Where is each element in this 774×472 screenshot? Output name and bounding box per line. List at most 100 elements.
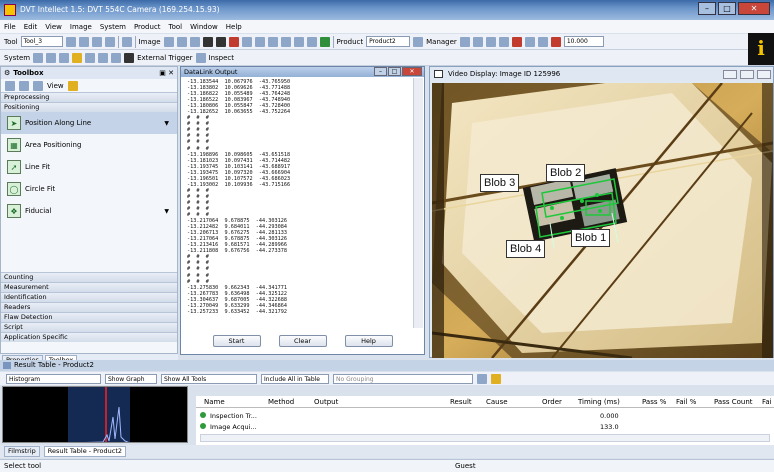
grouping-select[interactable]: No Grouping [333, 373, 473, 384]
table-row[interactable]: Inspection Tr... 0.000 [196, 410, 774, 420]
col-pass-count[interactable]: Pass Count [714, 398, 753, 406]
video-restore-button[interactable] [740, 70, 754, 79]
video-close-button[interactable] [757, 70, 771, 79]
menu-view[interactable]: View [45, 23, 62, 31]
delete-product-icon[interactable] [511, 36, 522, 47]
next-frame-icon[interactable] [189, 36, 200, 47]
view-menu[interactable]: View [47, 82, 64, 90]
histogram-graph[interactable] [2, 386, 188, 443]
col-fail-pct[interactable]: Fail % [676, 398, 696, 406]
cut-product-icon[interactable] [472, 36, 483, 47]
external-trigger-button[interactable]: External Trigger [137, 54, 192, 62]
menu-image[interactable]: Image [70, 23, 92, 31]
video-minimize-button[interactable] [723, 70, 737, 79]
zoom-in-icon[interactable] [241, 36, 252, 47]
tool-filter-select[interactable]: Show All Tools [161, 373, 257, 384]
tool-area-positioning[interactable]: ▦ Area Positioning [1, 134, 177, 156]
save-icon[interactable] [537, 36, 548, 47]
view-mode-select[interactable]: Histogram [6, 373, 101, 384]
tab-result-table[interactable]: Result Table - Product2 [43, 446, 127, 457]
copy-icon[interactable] [78, 36, 89, 47]
section-positioning[interactable]: Positioning [1, 102, 177, 112]
first-frame-icon[interactable] [163, 36, 174, 47]
close-button[interactable]: ✕ [738, 2, 770, 15]
paste-product-icon[interactable] [498, 36, 509, 47]
section-counting[interactable]: Counting [1, 272, 177, 282]
delete-icon[interactable] [104, 36, 115, 47]
menu-file[interactable]: File [4, 23, 16, 31]
section-measurement[interactable]: Measurement [1, 282, 177, 292]
section-readers[interactable]: Readers [1, 302, 177, 312]
tool-select[interactable]: Tool_3 [20, 36, 63, 47]
refresh-icon[interactable] [59, 52, 70, 63]
move-icon[interactable] [121, 36, 132, 47]
menu-system[interactable]: System [100, 23, 126, 31]
sort-icon[interactable] [477, 373, 487, 384]
col-order[interactable]: Order [542, 398, 562, 406]
image-settings-icon[interactable] [280, 36, 291, 47]
tool-fiducial[interactable]: ❖ Fiducial ▼ [1, 200, 177, 222]
datalink-minimize-button[interactable]: – [374, 67, 387, 76]
color-icon[interactable] [319, 36, 330, 47]
help-icon[interactable] [67, 80, 78, 91]
tool-circle-fit[interactable]: ◯ Circle Fit [1, 178, 177, 200]
tab-filmstrip[interactable]: Filmstrip [4, 446, 40, 457]
inspect-button[interactable]: Inspect [209, 54, 235, 62]
new-icon[interactable] [459, 36, 470, 47]
include-all-button[interactable]: Include All in Table [261, 373, 329, 384]
clear-button[interactable]: Clear [278, 335, 327, 347]
paste-icon[interactable] [91, 36, 102, 47]
col-pass-pct[interactable]: Pass % [642, 398, 666, 406]
col-timing[interactable]: Timing (ms) [578, 398, 620, 406]
section-identification[interactable]: Identification [1, 292, 177, 302]
col-fail-count[interactable]: Fai [762, 398, 772, 406]
section-script[interactable]: Script [1, 322, 177, 332]
folder-icon[interactable] [72, 52, 83, 63]
zoom-value-input[interactable]: 10.000 [563, 36, 604, 47]
col-result[interactable]: Result [450, 398, 472, 406]
start-button[interactable]: Start [212, 335, 261, 347]
tool-line-fit[interactable]: ➚ Line Fit [1, 156, 177, 178]
overlay-icon[interactable] [293, 36, 304, 47]
col-cause[interactable]: Cause [486, 398, 508, 406]
stop-icon[interactable] [215, 36, 226, 47]
manager-icon[interactable] [413, 36, 424, 47]
product-select[interactable]: Product2 [366, 36, 411, 47]
tool-position-along-line[interactable]: ➤ Position Along Line ▼ [1, 112, 177, 134]
disk-icon[interactable] [85, 52, 96, 63]
section-application-specific[interactable]: Application Specific [1, 332, 177, 342]
timer-icon[interactable] [550, 36, 561, 47]
datalink-scrollbar[interactable] [413, 78, 423, 328]
horizontal-scrollbar[interactable] [200, 434, 770, 442]
inspect-icon[interactable] [195, 52, 206, 63]
table-row[interactable]: Image Acqui... 133.0 [196, 421, 774, 431]
datalink-maximize-button[interactable]: □ [388, 67, 401, 76]
pin-icon[interactable]: ▣ ✕ [159, 69, 174, 77]
undo-icon[interactable] [98, 52, 109, 63]
maximize-button[interactable]: □ [718, 2, 736, 15]
chevron-down-icon[interactable]: ▼ [164, 120, 169, 127]
show-graph-button[interactable]: Show Graph [105, 373, 157, 384]
zoom-fit-icon[interactable] [267, 36, 278, 47]
section-preprocessing[interactable]: Preprocessing [1, 92, 177, 102]
search-icon[interactable] [46, 52, 57, 63]
menu-tool[interactable]: Tool [169, 23, 183, 31]
datalink-text-area[interactable]: -13.183544 10.067976 -43.765950 -13.1838… [187, 79, 402, 317]
record-icon[interactable] [228, 36, 239, 47]
camera-image[interactable]: Blob 3 Blob 2 Blob 4 Blob 1 [432, 83, 773, 358]
minimize-button[interactable]: – [698, 2, 716, 15]
prev-frame-icon[interactable] [176, 36, 187, 47]
menu-help[interactable]: Help [226, 23, 242, 31]
redo-icon[interactable] [111, 52, 122, 63]
menu-product[interactable]: Product [134, 23, 161, 31]
menu-edit[interactable]: Edit [24, 23, 38, 31]
help-button[interactable]: Help [344, 335, 393, 347]
move-icon[interactable] [33, 80, 43, 91]
col-output[interactable]: Output [314, 398, 338, 406]
play-icon[interactable] [202, 36, 213, 47]
list-view-icon[interactable] [19, 80, 29, 91]
manager-button[interactable]: Manager [426, 38, 457, 46]
section-flaw-detection[interactable]: Flaw Detection [1, 312, 177, 322]
connect-icon[interactable] [33, 52, 44, 63]
pin-icon[interactable] [524, 36, 535, 47]
